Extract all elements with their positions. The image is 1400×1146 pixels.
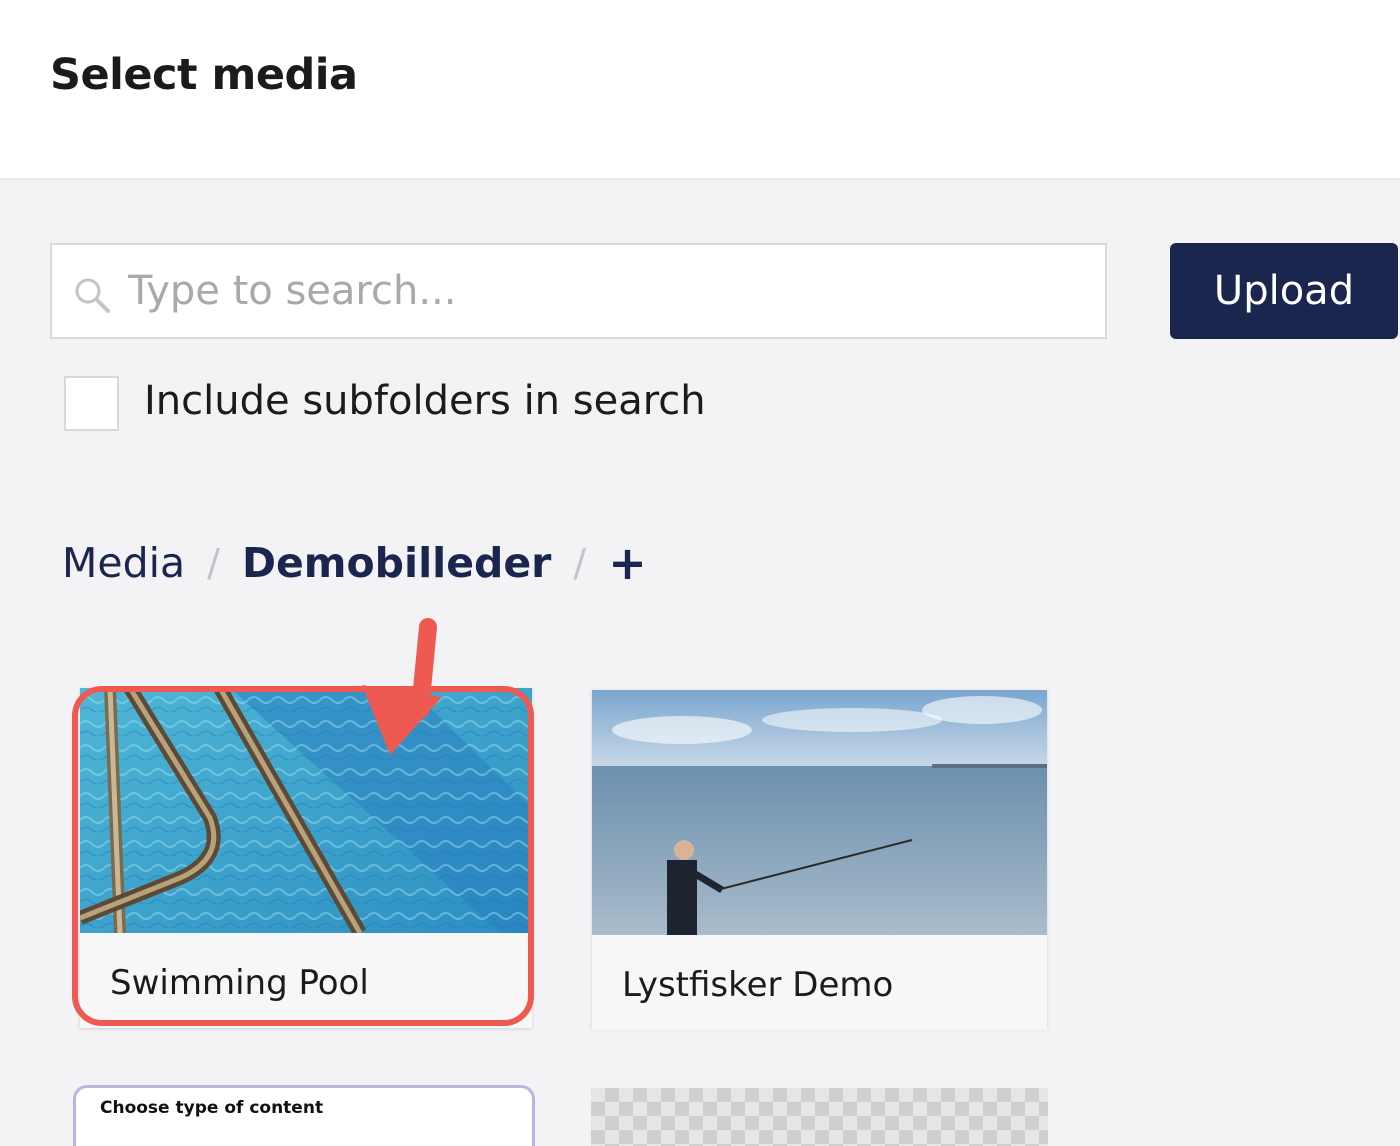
fisherman-photo-icon: [592, 690, 1047, 935]
search-box[interactable]: [50, 243, 1107, 339]
breadcrumb-separator: /: [207, 540, 220, 585]
upload-button[interactable]: Upload: [1170, 243, 1398, 339]
page-title: Select media: [50, 50, 358, 100]
media-caption: Lystfisker Demo: [592, 935, 1047, 1030]
media-name: Lystfisker Demo: [622, 965, 894, 1005]
add-folder-button[interactable]: +: [608, 536, 647, 590]
search-input[interactable]: [128, 245, 1088, 337]
media-name: Swimming Pool: [110, 963, 369, 1003]
media-caption: Swimming Pool: [80, 933, 532, 1028]
media-item-swimming-pool[interactable]: Swimming Pool: [80, 688, 532, 1028]
search-icon: [75, 278, 110, 313]
choose-content-label: Choose type of content: [100, 1098, 324, 1118]
breadcrumb-item-demobilleder[interactable]: Demobilleder: [242, 539, 551, 587]
dialog-header: Select media: [0, 0, 1400, 180]
annotation-arrow-icon: [362, 618, 442, 755]
media-item-content-type[interactable]: Choose type of content: [73, 1085, 535, 1146]
media-thumbnail: [80, 688, 532, 933]
include-subfolders-checkbox[interactable]: [64, 376, 119, 431]
breadcrumb-separator: /: [573, 540, 587, 585]
media-thumbnail: [592, 690, 1047, 935]
include-subfolders-label[interactable]: Include subfolders in search: [144, 378, 706, 424]
media-item-transparent[interactable]: [591, 1088, 1048, 1146]
breadcrumb: Media / Demobilleder / +: [62, 535, 647, 590]
pool-photo-icon: [80, 688, 532, 933]
breadcrumb-item-media[interactable]: Media: [62, 539, 185, 587]
media-item-lystfisker-demo[interactable]: Lystfisker Demo: [592, 690, 1047, 1030]
